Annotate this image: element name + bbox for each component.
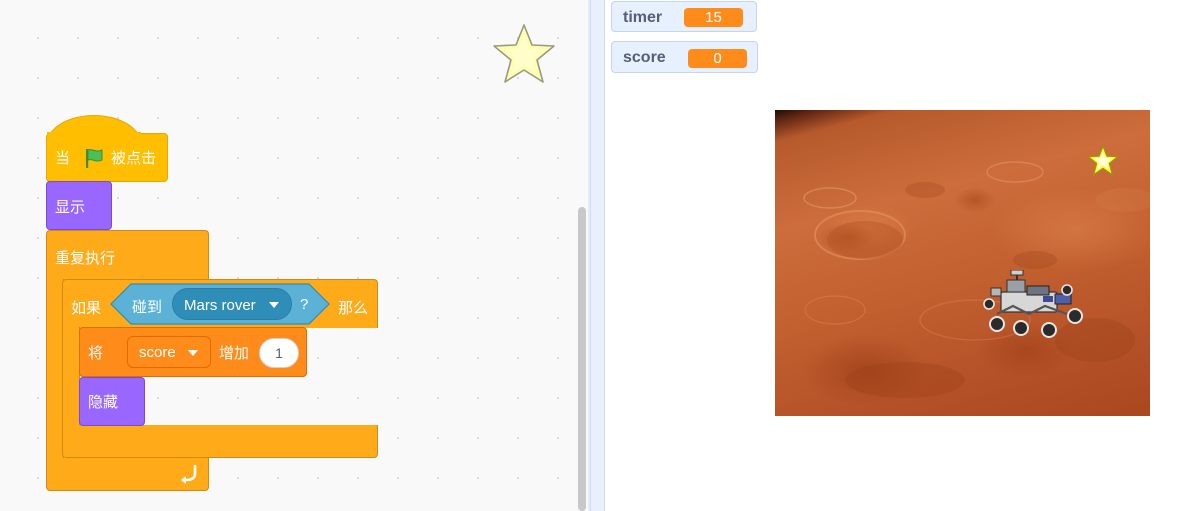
dropdown-caret-icon [269, 302, 279, 308]
monitor-name: timer [623, 9, 663, 26]
monitor-name: score [623, 49, 666, 66]
change-amount-input[interactable]: 1 [259, 338, 299, 368]
set-label: 将 [88, 345, 104, 362]
if-label: 如果 [71, 300, 102, 317]
green-flag-icon [86, 149, 103, 168]
clicked-label: 被点击 [111, 150, 157, 167]
question-mark: ? [300, 296, 309, 313]
star-sprite[interactable] [1085, 144, 1121, 178]
change-by-label: 增加 [219, 345, 250, 362]
touching-label: 碰到 [132, 299, 163, 316]
then-label: 那么 [338, 300, 369, 317]
change-variable-block[interactable]: 将 score 增加 1 [79, 327, 307, 377]
monitor-value: 15 [684, 8, 743, 27]
dropdown-caret-icon [188, 350, 198, 356]
variable-name: score [139, 344, 176, 361]
vertical-scrollbar[interactable] [578, 207, 586, 511]
forever-label: 重复执行 [55, 250, 116, 267]
loop-arrow-icon [181, 464, 197, 484]
stage-gutter [590, 0, 605, 511]
hide-label: 隐藏 [88, 394, 119, 411]
when-flag-clicked-block[interactable]: 当 被点击 [46, 133, 168, 182]
when-label: 当 [55, 150, 71, 167]
if-block-arm [62, 327, 80, 427]
hide-block[interactable]: 隐藏 [79, 377, 145, 426]
star-sprite-thumbnail-icon [493, 24, 555, 83]
hat-cap-joint [47, 132, 141, 135]
if-block-bottom [62, 425, 378, 458]
timer-monitor[interactable]: timer 15 [611, 1, 757, 32]
show-label: 显示 [55, 199, 86, 216]
touching-target-dropdown[interactable]: Mars rover [172, 288, 292, 320]
touching-target-value: Mars rover [184, 297, 256, 314]
variable-dropdown[interactable]: score [127, 336, 211, 368]
mars-rover-sprite[interactable] [983, 270, 1087, 344]
code-area[interactable]: 当 被点击 显示 重复执行 如果 那么 碰到 Mars rover ? 将 sc… [0, 0, 588, 511]
show-block[interactable]: 显示 [46, 181, 112, 230]
monitor-value: 0 [688, 49, 747, 68]
score-monitor[interactable]: score 0 [611, 41, 758, 73]
